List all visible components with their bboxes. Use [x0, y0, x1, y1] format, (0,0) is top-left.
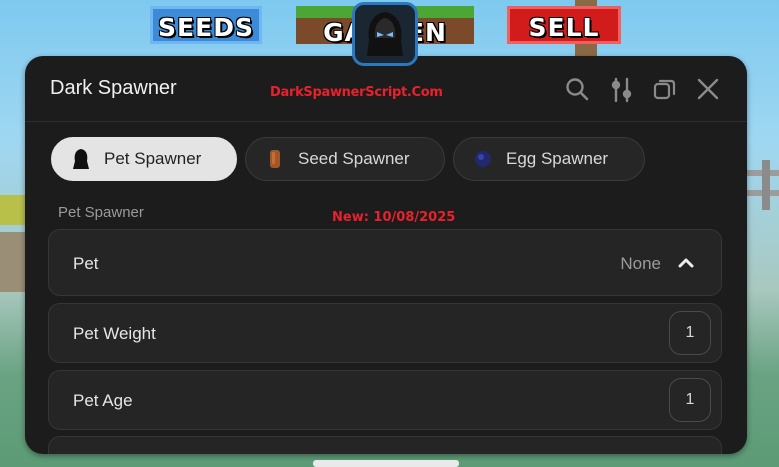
pet-dropdown[interactable]: Pet None: [48, 229, 722, 296]
seed-icon: [264, 148, 286, 170]
pet-selected-value: None: [620, 254, 661, 273]
search-icon[interactable]: [564, 76, 590, 102]
chevron-up-icon[interactable]: [675, 252, 697, 274]
tab-seed-spawner[interactable]: Seed Spawner: [245, 137, 445, 181]
tab-egg-spawner[interactable]: Egg Spawner: [453, 137, 645, 181]
background-path: [0, 232, 28, 292]
pet-icon: [70, 148, 92, 170]
pet-age-input[interactable]: 1: [669, 378, 711, 422]
pet-age-row: Pet Age 1: [48, 370, 722, 430]
row-label: Pet Age: [73, 391, 133, 410]
windows-icon[interactable]: [652, 76, 678, 102]
settings-sliders-icon[interactable]: [608, 76, 634, 103]
next-row-partial: [48, 436, 722, 454]
bottom-scroll-handle[interactable]: [313, 460, 459, 467]
watermark-text: DarkSpawnerScript.Com: [270, 85, 443, 100]
seeds-button[interactable]: SEEDS: [150, 6, 262, 44]
window-title: Dark Spawner: [50, 77, 177, 99]
background-grass-block-left: [0, 195, 28, 225]
pet-weight-row: Pet Weight 1: [48, 303, 722, 363]
background-fence-post: [762, 160, 770, 210]
sell-button[interactable]: SELL: [507, 6, 621, 44]
dark-spawner-window: Dark Spawner DarkSpawnerScript.Com Pet S…: [25, 56, 747, 454]
egg-icon: [472, 148, 494, 170]
hooded-avatar-icon: [352, 2, 418, 66]
tab-label: Pet Spawner: [104, 149, 202, 168]
row-label: Pet: [73, 254, 99, 273]
new-date-note: New: 10/08/2025: [332, 210, 456, 225]
tab-label: Egg Spawner: [506, 149, 609, 168]
row-label: Pet Weight: [73, 324, 156, 343]
tab-pet-spawner[interactable]: Pet Spawner: [51, 137, 237, 181]
section-label: Pet Spawner: [58, 204, 144, 221]
tab-label: Seed Spawner: [298, 149, 410, 168]
close-icon[interactable]: [695, 76, 721, 102]
pet-weight-input[interactable]: 1: [669, 311, 711, 355]
